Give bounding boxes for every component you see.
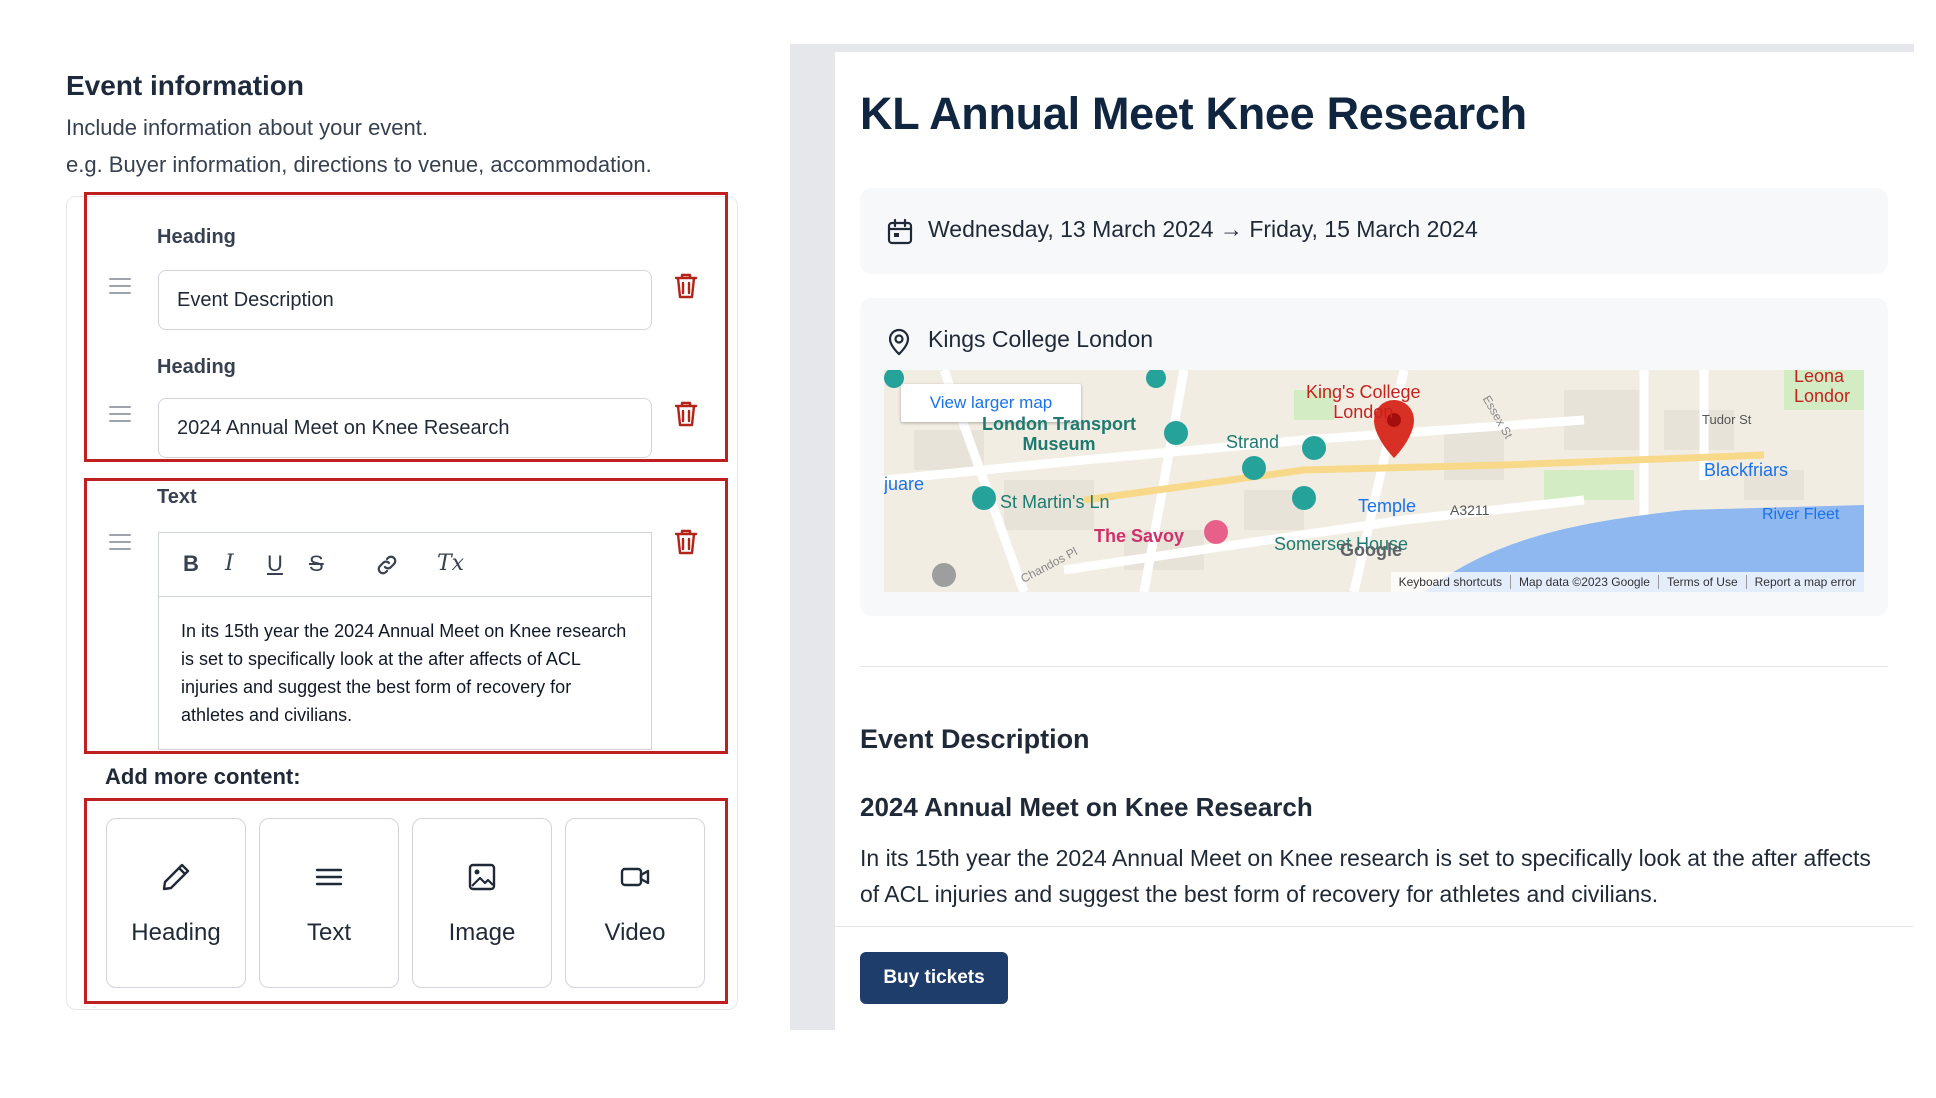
add-image-label: Image — [448, 919, 516, 946]
preview-divider — [860, 666, 1888, 667]
event-info-title: Event information — [66, 70, 305, 101]
add-heading-label: Heading — [131, 919, 221, 946]
event-info-example: e.g. Buyer information, directions to ve… — [66, 152, 652, 177]
rte-toolbar: B I U S Tx — [159, 533, 651, 597]
map-label-temple: Temple — [1358, 496, 1417, 516]
drag-handle-icon[interactable] — [109, 406, 131, 422]
rte-content[interactable]: In its 15th year the 2024 Annual Meet on… — [159, 597, 651, 749]
clear-format-label: Tx — [437, 551, 465, 576]
clear-format-button[interactable]: Tx — [437, 551, 464, 576]
map-label-square: juare — [884, 474, 925, 494]
description-body: In its 15th year the 2024 Annual Meet on… — [860, 845, 1871, 907]
italic-button[interactable]: I — [225, 551, 234, 576]
event-location: Kings College London — [928, 326, 1154, 352]
add-text-button[interactable]: Text — [259, 818, 399, 988]
video-icon — [620, 867, 650, 887]
drag-handle-icon[interactable] — [109, 278, 131, 294]
trash-icon[interactable] — [673, 272, 699, 300]
bold-button[interactable]: B — [183, 551, 199, 577]
location-map[interactable]: View larger map King's College London Lo… — [884, 370, 1864, 592]
map-attribution-bar: Keyboard shortcuts Map data ©2023 Google T… — [1390, 572, 1864, 592]
buy-tickets-button[interactable]: Buy tickets — [860, 952, 1008, 1004]
drag-handle-icon[interactable] — [109, 534, 131, 550]
image-icon — [468, 863, 496, 891]
heading-input-1[interactable]: Event Description — [158, 270, 652, 330]
terms-link[interactable]: Terms of Use — [1657, 575, 1746, 589]
heading-input-2[interactable]: 2024 Annual Meet on Knee Research — [158, 398, 652, 458]
description-heading: 2024 Annual Meet on Knee Research — [860, 792, 1313, 822]
lines-icon — [315, 868, 343, 886]
map-label-transport-museum: London Transport Museum — [982, 414, 1136, 454]
trash-icon[interactable] — [673, 528, 699, 556]
underline-button[interactable]: U — [267, 551, 283, 577]
map-label-kings-college: King's College London — [1306, 382, 1421, 422]
keyboard-shortcuts-link[interactable]: Keyboard shortcuts — [1391, 575, 1510, 589]
add-video-button[interactable]: Video — [565, 818, 705, 988]
strikethrough-button[interactable]: S — [309, 551, 324, 577]
pencil-icon — [162, 863, 190, 891]
map-label-river-fleet: River Fleet — [1762, 506, 1840, 523]
map-label-blackfriars: Blackfriars — [1704, 460, 1789, 480]
event-info-subtitle: Include information about your event. — [66, 115, 429, 140]
add-image-button[interactable]: Image — [412, 818, 552, 988]
heading-block-1-label: Heading — [157, 226, 236, 248]
calendar-icon — [887, 218, 913, 245]
add-heading-button[interactable]: Heading — [106, 818, 246, 988]
link-icon[interactable] — [375, 553, 399, 583]
text-block-label: Text — [157, 486, 197, 508]
heading-block-2-label: Heading — [157, 356, 236, 378]
trash-icon[interactable] — [673, 400, 699, 428]
add-video-label: Video — [604, 919, 666, 946]
map-label-strand: Strand — [1226, 432, 1280, 452]
location-pin-icon — [888, 328, 910, 356]
google-logo: Google — [1340, 540, 1402, 560]
description-section-title: Event Description — [860, 724, 1090, 754]
add-text-label: Text — [306, 919, 351, 946]
map-label-st-martins: St Martin's Ln — [1000, 492, 1110, 512]
event-title: KL Annual Meet Knee Research — [860, 88, 1527, 139]
map-label-a3211: A3211 — [1450, 502, 1490, 518]
map-label-leonardo: Leona Londor — [1794, 370, 1851, 406]
report-error-link[interactable]: Report a map error — [1745, 575, 1864, 589]
add-more-label: Add more content: — [105, 764, 301, 789]
footer-divider — [834, 926, 1914, 927]
rich-text-editor: B I U S Tx In its 15th year the 2024 Ann… — [158, 532, 652, 750]
map-data-text: Map data ©2023 Google — [1510, 575, 1658, 589]
event-date-range: Wednesday, 13 March 2024 → Friday, 15 Ma… — [928, 216, 1478, 242]
map-label-savoy: The Savoy — [1094, 526, 1185, 546]
map-label-tudor-st: Tudor St — [1702, 412, 1752, 427]
